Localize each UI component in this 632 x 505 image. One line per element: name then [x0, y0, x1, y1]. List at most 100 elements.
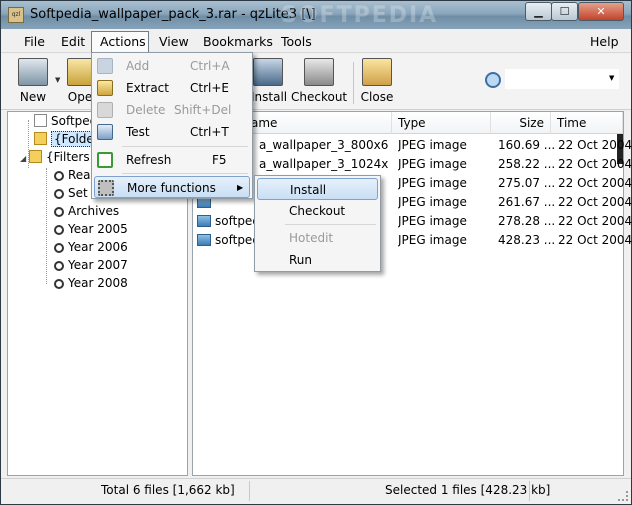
file-size: 261.67 ... [498, 195, 556, 209]
window-title: Softpedia_wallpaper_pack_3.rar - qzLite3… [30, 7, 316, 22]
menu-item-label: Refresh [126, 153, 172, 167]
file-type: JPEG image [398, 195, 467, 209]
checkout-button[interactable]: Checkout [291, 56, 347, 108]
file-type: JPEG image [398, 214, 467, 228]
install-label: Install [251, 90, 288, 104]
submenu-item-hotedit[interactable]: Hotedit [257, 227, 378, 249]
menu-edit[interactable]: Edit [59, 32, 87, 51]
status-divider [529, 481, 530, 501]
menu-item-test[interactable]: Test Ctrl+T [94, 121, 250, 143]
install-button[interactable]: Install [251, 56, 288, 108]
search-input[interactable] [504, 68, 620, 90]
file-type: JPEG image [398, 138, 467, 152]
tree-node-year-2008[interactable]: Year 2008 [54, 274, 128, 292]
new-button[interactable]: New [13, 56, 53, 108]
menu-actions[interactable]: Actions [91, 31, 149, 53]
menu-item-add[interactable]: Add Ctrl+A [94, 55, 250, 77]
file-name: a_wallpaper_3_1024x76... [259, 157, 389, 171]
file-type: JPEG image [398, 233, 467, 247]
filter-icon [54, 171, 64, 181]
menu-item-delete[interactable]: Delete Shift+Del [94, 99, 250, 121]
submenu-item-run[interactable]: Run [257, 249, 378, 271]
column-header-time[interactable]: Time [551, 112, 623, 134]
menu-separator [122, 146, 248, 147]
tree-label: Year 2007 [68, 258, 128, 272]
refresh-icon [97, 152, 113, 168]
resize-grip-icon[interactable] [618, 491, 628, 501]
tree-node-filters[interactable]: ◢ {Filters [20, 148, 90, 166]
menu-item-shortcut: F5 [212, 153, 227, 167]
open-button[interactable]: Ope [67, 56, 97, 108]
table-row[interactable]: a_wallpaper_3_1024x76... JPEG image 258.… [193, 155, 632, 174]
tree-guide-line [46, 168, 47, 284]
tree-node-archives[interactable]: Archives [54, 202, 119, 220]
filter-icon [54, 261, 64, 271]
tree-node-filter[interactable]: Rea [54, 166, 91, 184]
filter-icon [54, 207, 64, 217]
file-size: 160.69 ... [498, 138, 556, 152]
jpeg-image-icon [197, 234, 211, 246]
close-archive-button[interactable]: Close [359, 56, 395, 108]
toolbar-separator [353, 62, 354, 104]
title-bar[interactable]: qzl Softpedia_wallpaper_pack_3.rar - qzL… [1, 1, 631, 29]
menu-item-label: Install [290, 183, 327, 197]
menu-item-label: Extract [126, 81, 169, 95]
app-window: qzl Softpedia_wallpaper_pack_3.rar - qzL… [0, 0, 632, 505]
file-size: 275.07 ... [498, 176, 556, 190]
menu-help[interactable]: Help [588, 32, 621, 51]
search-icon [485, 72, 501, 88]
table-row[interactable]: a_wallpaper_3_800x600.... JPEG image 160… [193, 136, 632, 155]
filter-icon [54, 225, 64, 235]
close-label: Close [360, 90, 394, 104]
menu-bookmarks[interactable]: Bookmarks [201, 32, 275, 51]
file-list[interactable]: ame Type Size Time a_wallpaper_3_800x600… [192, 111, 632, 476]
search-dropdown-arrow-icon[interactable]: ▼ [609, 74, 614, 82]
tree-node-year-2007[interactable]: Year 2007 [54, 256, 128, 274]
filter-icon [54, 189, 64, 199]
tree-node-filter[interactable]: Set [54, 184, 88, 202]
menu-item-extract[interactable]: Extract Ctrl+E [94, 77, 250, 99]
checkout-label: Checkout [291, 90, 348, 104]
collapse-triangle-icon[interactable]: ◢ [20, 150, 29, 168]
file-size: 278.28 ... [498, 214, 556, 228]
menu-tools[interactable]: Tools [279, 32, 314, 51]
menu-item-more-functions[interactable]: More functions ▶ [94, 176, 250, 198]
add-icon [97, 58, 113, 74]
menu-item-shortcut: Ctrl+T [190, 125, 229, 139]
menu-view[interactable]: View [157, 32, 191, 51]
test-magnifier-icon [97, 124, 113, 140]
status-selected: Selected 1 files [428.23 kb] [385, 483, 551, 497]
tree-node-year-2006[interactable]: Year 2006 [54, 238, 128, 256]
tree-label: Archives [68, 204, 120, 218]
menu-file[interactable]: File [22, 32, 47, 51]
column-header-type[interactable]: Type [392, 112, 491, 134]
new-dropdown-arrow-icon[interactable]: ▼ [55, 76, 60, 84]
column-header-size[interactable]: Size [491, 112, 551, 134]
install-icon [253, 58, 283, 86]
submenu-item-install[interactable]: Install [257, 178, 378, 200]
file-size: 428.23 ... [498, 233, 556, 247]
minimize-button[interactable]: ▁ [525, 2, 552, 21]
submenu-item-checkout[interactable]: Checkout [257, 200, 378, 222]
file-time: 22 Oct 2004 [558, 233, 632, 247]
menu-item-refresh[interactable]: Refresh F5 [94, 149, 250, 171]
open-label: Ope [67, 90, 93, 104]
maximize-button[interactable]: ☐ [551, 2, 578, 21]
menu-item-shortcut: Ctrl+A [190, 59, 230, 73]
status-divider [249, 481, 250, 501]
close-window-button[interactable]: ✕ [578, 2, 624, 21]
gear-icon [98, 180, 114, 196]
file-row-image-icon [197, 212, 214, 231]
tree-label: Year 2008 [68, 276, 128, 290]
document-icon [34, 114, 47, 127]
delete-icon [97, 102, 113, 118]
tree-label: {Filters [46, 150, 90, 164]
tree-label: Year 2005 [68, 222, 128, 236]
menu-item-shortcut: Shift+Del [174, 103, 232, 117]
file-time: 22 Oct 2004 [558, 157, 632, 171]
more-functions-submenu: Install Checkout Hotedit Run [254, 175, 381, 272]
file-row-image-icon [197, 231, 214, 250]
checkout-icon [304, 58, 334, 86]
new-archive-icon [18, 58, 48, 86]
tree-node-year-2005[interactable]: Year 2005 [54, 220, 128, 238]
